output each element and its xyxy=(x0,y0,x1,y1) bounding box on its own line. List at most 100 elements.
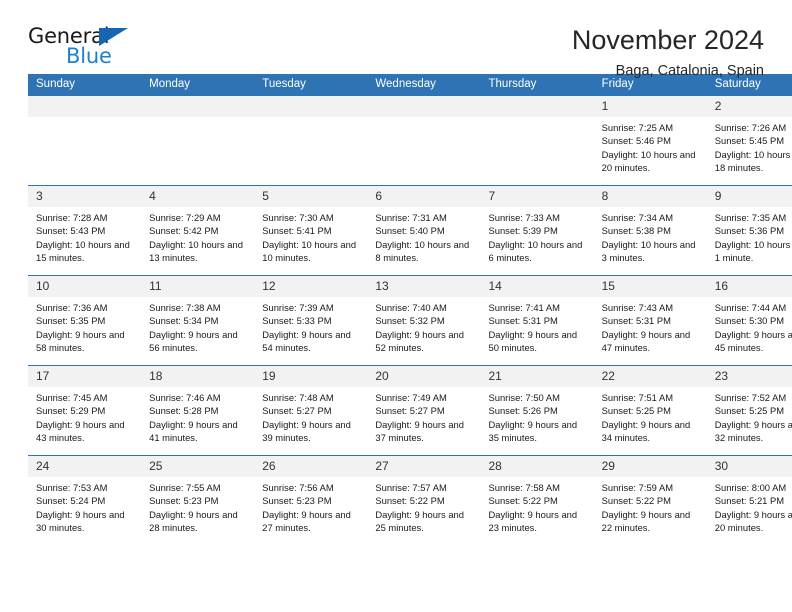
sunset-text: Sunset: 5:23 PM xyxy=(149,495,219,507)
calendar-day-cell[interactable]: 21 Sunrise: 7:50 AM Sunset: 5:26 PM Dayligh… xyxy=(480,365,594,456)
sunset-text: Sunset: 5:34 PM xyxy=(149,315,219,327)
day-sun-info: Sunrise: 7:51 AM Sunset: 5:25 PM Daylight:… xyxy=(594,387,707,445)
sunset-text: Sunset: 5:22 PM xyxy=(488,495,558,507)
day-sun-info: Sunrise: 8:00 AM Sunset: 5:21 PM Daylight:… xyxy=(707,477,792,535)
sunset-text: Sunset: 5:22 PM xyxy=(375,495,445,507)
sunrise-text: Sunrise: 7:48 AM xyxy=(262,392,334,403)
calendar-day-cell[interactable]: 7 Sunrise: 7:33 AM Sunset: 5:39 PM Daylight… xyxy=(480,185,594,276)
calendar-day-cell[interactable]: 8 Sunrise: 7:34 AM Sunset: 5:38 PM Daylight… xyxy=(593,185,707,276)
sunset-text: Sunset: 5:39 PM xyxy=(488,225,558,237)
calendar-day-cell[interactable]: 25 Sunrise: 7:55 AM Sunset: 5:23 PM Dayligh… xyxy=(141,455,255,545)
sunset-text: Sunset: 5:21 PM xyxy=(714,495,785,507)
day-number: 16 xyxy=(706,276,792,297)
calendar-day-cell[interactable]: 29 Sunrise: 7:59 AM Sunset: 5:22 PM Dayligh… xyxy=(593,455,707,545)
calendar-day-cell[interactable]: 1 Sunrise: 7:25 AM Sunset: 5:46 PM Daylight… xyxy=(593,95,707,186)
sunrise-text: Sunrise: 7:49 AM xyxy=(375,392,447,403)
calendar-empty-cell xyxy=(141,95,255,186)
calendar-day-cell[interactable]: 9 Sunrise: 7:35 AM Sunset: 5:36 PM Daylight… xyxy=(706,185,792,276)
day-sun-info: Sunrise: 7:59 AM Sunset: 5:22 PM Daylight:… xyxy=(594,477,707,535)
daylight-text: Daylight: 10 hours and 8 minutes. xyxy=(375,238,470,264)
sunrise-text: Sunrise: 7:39 AM xyxy=(262,302,334,313)
calendar-day-cell[interactable]: 20 Sunrise: 7:49 AM Sunset: 5:27 PM Dayligh… xyxy=(367,365,481,456)
day-sun-info: Sunrise: 7:58 AM Sunset: 5:22 PM Daylight:… xyxy=(481,477,594,535)
daylight-text: Daylight: 10 hours and 18 minutes. xyxy=(714,148,792,174)
sunrise-text: Sunrise: 7:53 AM xyxy=(36,482,108,493)
calendar-day-cell[interactable]: 18 Sunrise: 7:46 AM Sunset: 5:28 PM Dayligh… xyxy=(141,365,255,456)
general-blue-logo[interactable]: General Blue xyxy=(28,26,148,74)
daylight-text: Daylight: 9 hours and 50 minutes. xyxy=(488,328,578,354)
calendar-day-cell[interactable]: 24 Sunrise: 7:53 AM Sunset: 5:24 PM Dayligh… xyxy=(28,455,142,545)
sunset-text: Sunset: 5:40 PM xyxy=(375,225,445,237)
day-number: 7 xyxy=(480,186,594,207)
sunset-text: Sunset: 5:31 PM xyxy=(488,315,558,327)
daylight-text: Daylight: 10 hours and 1 minute. xyxy=(714,238,792,264)
day-sun-info: Sunrise: 7:45 AM Sunset: 5:29 PM Daylight:… xyxy=(28,387,141,445)
calendar-day-cell[interactable]: 13 Sunrise: 7:40 AM Sunset: 5:32 PM Dayligh… xyxy=(367,275,481,366)
day-number: 1 xyxy=(593,96,707,117)
sunrise-text: Sunrise: 7:45 AM xyxy=(36,392,108,403)
sunrise-text: Sunrise: 7:40 AM xyxy=(375,302,447,313)
calendar-day-cell[interactable]: 14 Sunrise: 7:41 AM Sunset: 5:31 PM Dayligh… xyxy=(480,275,594,366)
calendar-day-cell[interactable]: 11 Sunrise: 7:38 AM Sunset: 5:34 PM Dayligh… xyxy=(141,275,255,366)
day-number: 28 xyxy=(480,456,594,477)
weekday-header-monday: Monday xyxy=(141,74,255,96)
calendar-day-cell[interactable]: 27 Sunrise: 7:57 AM Sunset: 5:22 PM Dayligh… xyxy=(367,455,481,545)
day-number: 12 xyxy=(254,276,368,297)
day-sun-info: Sunrise: 7:26 AM Sunset: 5:45 PM Daylight:… xyxy=(707,117,792,175)
sunrise-text: Sunrise: 7:26 AM xyxy=(714,122,787,133)
sunset-text: Sunset: 5:35 PM xyxy=(36,315,106,327)
calendar-day-cell[interactable]: 28 Sunrise: 7:58 AM Sunset: 5:22 PM Dayligh… xyxy=(480,455,594,545)
daylight-text: Daylight: 9 hours and 58 minutes. xyxy=(36,328,125,354)
day-number: 22 xyxy=(593,366,707,387)
calendar-day-cell[interactable]: 17 Sunrise: 7:45 AM Sunset: 5:29 PM Dayligh… xyxy=(28,365,142,456)
day-sun-info: Sunrise: 7:29 AM Sunset: 5:42 PM Daylight:… xyxy=(141,207,254,265)
day-number xyxy=(28,96,142,117)
calendar-day-cell[interactable]: 15 Sunrise: 7:43 AM Sunset: 5:31 PM Dayligh… xyxy=(593,275,707,366)
sunset-text: Sunset: 5:31 PM xyxy=(601,315,671,327)
sunset-text: Sunset: 5:27 PM xyxy=(262,405,332,417)
calendar-week-row: 10 Sunrise: 7:36 AM Sunset: 5:35 PM Dayligh… xyxy=(28,275,792,366)
calendar-day-cell[interactable]: 23 Sunrise: 7:52 AM Sunset: 5:25 PM Dayligh… xyxy=(706,365,792,456)
calendar-day-cell[interactable]: 3 Sunrise: 7:28 AM Sunset: 5:43 PM Daylight… xyxy=(28,185,142,276)
calendar-day-cell[interactable]: 6 Sunrise: 7:31 AM Sunset: 5:40 PM Daylight… xyxy=(367,185,481,276)
calendar-day-cell[interactable]: 4 Sunrise: 7:29 AM Sunset: 5:42 PM Daylight… xyxy=(141,185,255,276)
calendar-day-cell[interactable]: 22 Sunrise: 7:51 AM Sunset: 5:25 PM Dayligh… xyxy=(593,365,707,456)
day-sun-info: Sunrise: 7:43 AM Sunset: 5:31 PM Daylight:… xyxy=(594,297,707,355)
daylight-text: Daylight: 10 hours and 6 minutes. xyxy=(488,238,583,264)
day-number: 10 xyxy=(28,276,142,297)
sunrise-text: Sunrise: 7:33 AM xyxy=(488,212,560,223)
day-number: 4 xyxy=(141,186,255,207)
calendar-day-cell[interactable]: 2 Sunrise: 7:26 AM Sunset: 5:45 PM Daylight… xyxy=(706,95,792,186)
day-number: 13 xyxy=(367,276,481,297)
sunset-text: Sunset: 5:26 PM xyxy=(488,405,558,417)
daylight-text: Daylight: 9 hours and 25 minutes. xyxy=(375,508,464,534)
daylight-text: Daylight: 10 hours and 20 minutes. xyxy=(601,148,696,174)
day-sun-info: Sunrise: 7:31 AM Sunset: 5:40 PM Daylight:… xyxy=(367,207,480,265)
calendar-day-cell[interactable]: 19 Sunrise: 7:48 AM Sunset: 5:27 PM Dayligh… xyxy=(254,365,368,456)
day-sun-info: Sunrise: 7:53 AM Sunset: 5:24 PM Daylight:… xyxy=(28,477,141,535)
sunset-text: Sunset: 5:43 PM xyxy=(36,225,106,237)
weekday-header-wednesday: Wednesday xyxy=(367,74,481,96)
day-number: 2 xyxy=(706,96,792,117)
sunset-text: Sunset: 5:45 PM xyxy=(714,135,785,147)
day-sun-info: Sunrise: 7:34 AM Sunset: 5:38 PM Daylight:… xyxy=(594,207,707,265)
sunrise-text: Sunrise: 7:57 AM xyxy=(375,482,447,493)
day-number: 5 xyxy=(254,186,368,207)
day-number: 6 xyxy=(367,186,481,207)
sunset-text: Sunset: 5:32 PM xyxy=(375,315,445,327)
sunrise-text: Sunrise: 7:58 AM xyxy=(488,482,560,493)
calendar-day-cell[interactable]: 5 Sunrise: 7:30 AM Sunset: 5:41 PM Daylight… xyxy=(254,185,368,276)
day-sun-info: Sunrise: 7:49 AM Sunset: 5:27 PM Daylight:… xyxy=(367,387,480,445)
day-sun-info: Sunrise: 7:56 AM Sunset: 5:23 PM Daylight:… xyxy=(254,477,367,535)
page-header: General Blue November 2024 Baga, Catalon… xyxy=(28,0,764,80)
sunset-text: Sunset: 5:25 PM xyxy=(601,405,671,417)
calendar-day-cell[interactable]: 12 Sunrise: 7:39 AM Sunset: 5:33 PM Dayligh… xyxy=(254,275,368,366)
calendar-day-cell[interactable]: 26 Sunrise: 7:56 AM Sunset: 5:23 PM Dayligh… xyxy=(254,455,368,545)
calendar-week-row: 17 Sunrise: 7:45 AM Sunset: 5:29 PM Dayligh… xyxy=(28,365,792,456)
day-sun-info: Sunrise: 7:35 AM Sunset: 5:36 PM Daylight:… xyxy=(707,207,792,265)
calendar-day-cell[interactable]: 10 Sunrise: 7:36 AM Sunset: 5:35 PM Dayligh… xyxy=(28,275,142,366)
day-number: 3 xyxy=(28,186,142,207)
calendar-day-cell[interactable]: 16 Sunrise: 7:44 AM Sunset: 5:30 PM Dayligh… xyxy=(706,275,792,366)
daylight-text: Daylight: 9 hours and 32 minutes. xyxy=(714,418,792,444)
calendar-day-cell[interactable]: 30 Sunrise: 8:00 AM Sunset: 5:21 PM Dayligh… xyxy=(706,455,792,545)
